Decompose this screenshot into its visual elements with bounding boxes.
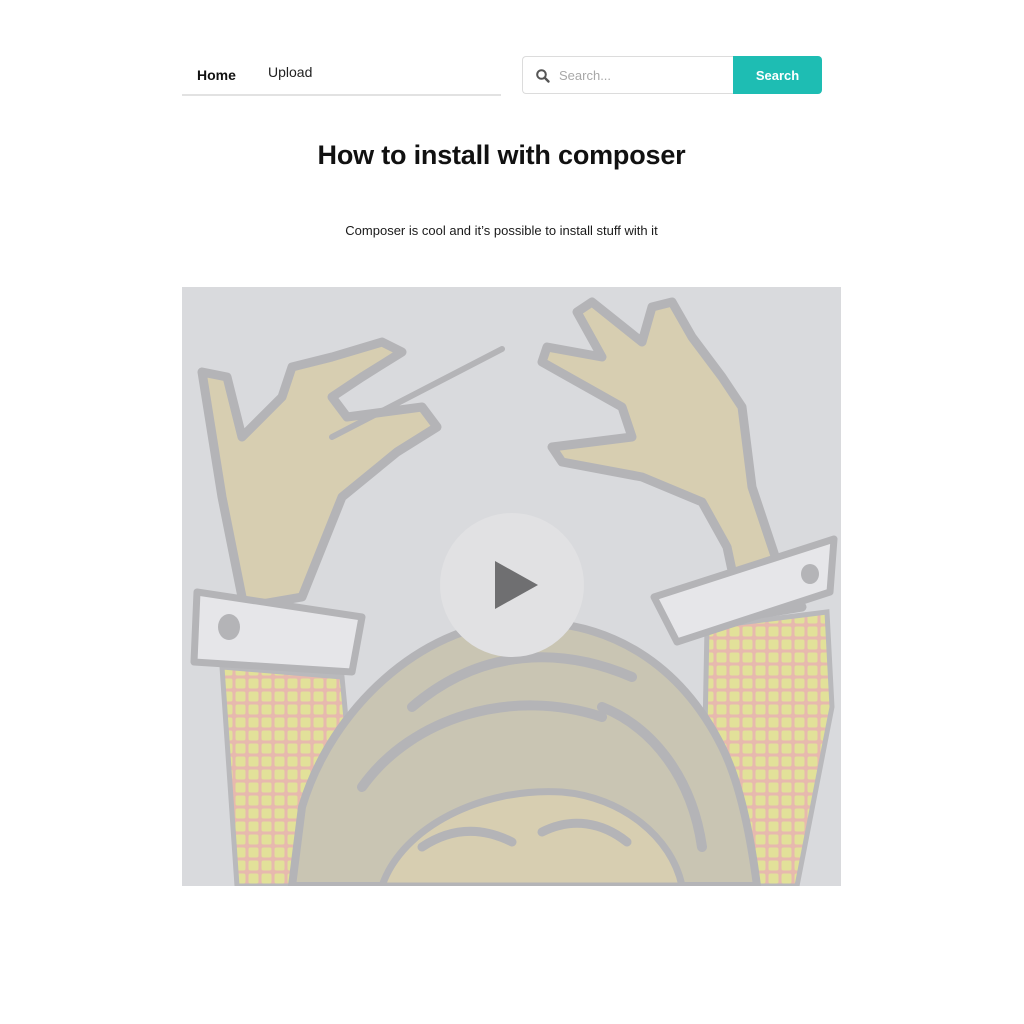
- play-icon: [495, 561, 538, 609]
- search-icon: [535, 68, 551, 84]
- play-button[interactable]: [440, 513, 584, 657]
- video-player[interactable]: [182, 287, 841, 886]
- search-input[interactable]: [559, 58, 727, 92]
- page-description: Composer is cool and it’s possible to in…: [345, 223, 658, 238]
- page-title: How to install with composer: [317, 140, 686, 170]
- search-form: Search: [522, 56, 822, 94]
- nav-upload-link[interactable]: Upload: [268, 54, 312, 92]
- page: Home Upload Search How to install with c…: [0, 0, 1024, 1024]
- nav-home-link[interactable]: Home: [197, 57, 236, 95]
- main-nav: Home Upload: [182, 56, 501, 96]
- search-button[interactable]: Search: [733, 56, 822, 94]
- search-box: [522, 56, 733, 94]
